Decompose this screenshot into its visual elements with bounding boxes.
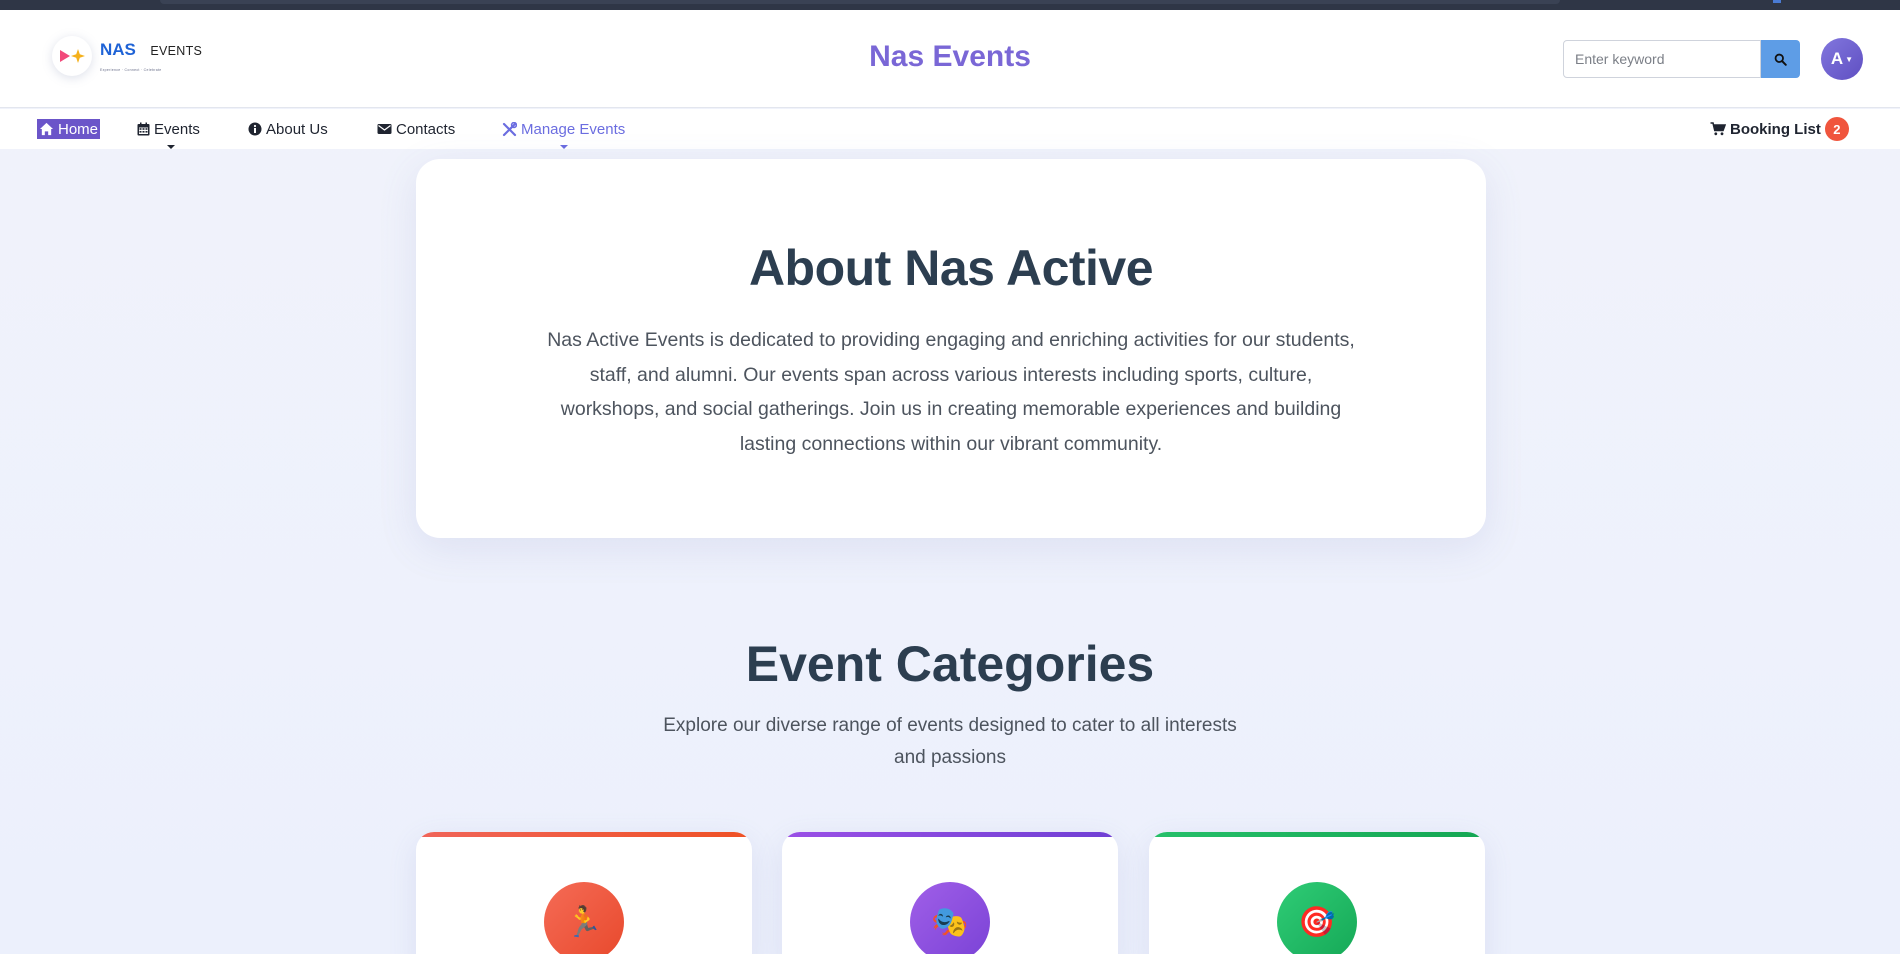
- nav-contacts[interactable]: Contacts: [377, 118, 455, 140]
- about-title: About Nas Active: [748, 240, 1154, 296]
- envelope-icon: [377, 124, 392, 134]
- logo-suffix: EVENTS: [150, 44, 203, 58]
- target-icon: 🎯: [1277, 882, 1357, 954]
- category-accent-bar: [416, 832, 752, 837]
- search-button[interactable]: [1761, 40, 1800, 78]
- main-nav: Home Events About Us Contacts Manage Eve…: [0, 109, 1900, 149]
- nav-manage-events[interactable]: Manage Events: [502, 118, 625, 140]
- search-icon: [1774, 53, 1787, 66]
- site-title[interactable]: Nas Events: [869, 40, 1031, 73]
- cart-icon: [1710, 122, 1726, 136]
- theater-masks-icon: 🎭: [910, 882, 990, 954]
- nav-about-label: About Us: [266, 120, 328, 138]
- categories-title: Event Categories: [745, 636, 1155, 692]
- search-input[interactable]: [1563, 40, 1761, 78]
- events-dropdown-arrow-icon[interactable]: [167, 145, 175, 149]
- nav-events-label: Events: [154, 120, 200, 138]
- site-header: NAS EVENTS Experience · Connect · Celebr…: [0, 10, 1900, 108]
- nav-booking-label: Booking List: [1730, 120, 1821, 138]
- nav-contacts-label: Contacts: [396, 120, 456, 138]
- browser-top-strip: [0, 0, 1900, 10]
- home-icon: [39, 122, 54, 136]
- logo-mark-icon: [52, 36, 92, 76]
- calendar-icon: [137, 122, 150, 136]
- logo-text: NAS EVENTS Experience · Connect · Celebr…: [100, 40, 202, 72]
- tools-icon: [502, 121, 517, 136]
- runner-icon: 🏃: [544, 882, 624, 954]
- nav-home[interactable]: Home: [37, 119, 101, 139]
- browser-tab-bar: [160, 0, 1560, 4]
- manage-dropdown-arrow-icon[interactable]: [560, 145, 568, 149]
- site-logo[interactable]: NAS EVENTS Experience · Connect · Celebr…: [52, 36, 202, 76]
- nav-about-us[interactable]: About Us: [248, 118, 328, 140]
- info-icon: [248, 122, 262, 136]
- nav-events[interactable]: Events: [137, 118, 200, 140]
- category-accent-bar: [1149, 832, 1485, 837]
- category-card-sports[interactable]: 🏃: [416, 832, 752, 954]
- categories-subtitle: Explore our diverse range of events desi…: [663, 715, 1237, 768]
- avatar-initial: A: [1830, 49, 1844, 68]
- category-card-culture[interactable]: 🎭: [782, 832, 1118, 954]
- booking-count-badge: 2: [1824, 117, 1849, 141]
- category-accent-bar: [782, 832, 1118, 837]
- nav-manage-label: Manage Events: [521, 120, 626, 138]
- nav-booking-list[interactable]: Booking List 2: [1710, 117, 1849, 141]
- category-card-workshops[interactable]: 🎯: [1149, 832, 1485, 954]
- about-description: Nas Active Events is dedicated to provid…: [547, 329, 1355, 455]
- nav-home-label: Home: [58, 120, 99, 138]
- browser-indicator: [1773, 0, 1781, 3]
- about-section-card: About Nas Active Nas Active Events is de…: [416, 159, 1486, 538]
- logo-brand: NAS: [100, 40, 136, 59]
- user-avatar-button[interactable]: A ▼: [1821, 38, 1863, 80]
- logo-tagline: Experience · Connect · Celebrate: [100, 68, 162, 72]
- chevron-down-icon: ▼: [1845, 54, 1854, 64]
